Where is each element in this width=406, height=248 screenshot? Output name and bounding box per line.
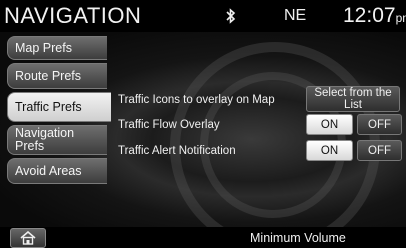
clock: 12:07pm [343, 4, 406, 30]
sidebar-item-label: Avoid Areas [15, 163, 82, 178]
status-text: Minimum Volume [250, 231, 346, 245]
traffic-icons-label: Traffic Icons to overlay on Map [118, 94, 275, 106]
sidebar-item-traffic-prefs[interactable]: Traffic Prefs [7, 92, 111, 122]
sidebar-item-label: Map Prefs [15, 40, 72, 55]
sidebar-item-map-prefs[interactable]: Map Prefs [7, 36, 107, 60]
home-button[interactable] [10, 228, 46, 248]
compass-heading: NE [284, 7, 307, 24]
traffic-flow-off-button[interactable]: OFF [357, 114, 402, 135]
sidebar-item-route-prefs[interactable]: Route Prefs [7, 63, 107, 89]
navigation-screen: NAVIGATION NE 12:07pm Map Prefs Route Pr… [0, 0, 406, 248]
sidebar-item-label: Navigation Prefs [15, 126, 75, 153]
sidebar-item-avoid-areas[interactable]: Avoid Areas [7, 158, 107, 184]
clock-ampm: pm [395, 11, 406, 25]
page-title: NAVIGATION [4, 3, 142, 28]
home-icon [20, 231, 36, 245]
select-from-list-button[interactable]: Select from the List [306, 86, 400, 112]
traffic-alert-on-button[interactable]: ON [306, 140, 353, 161]
sidebar-item-navigation-prefs[interactable]: Navigation Prefs [7, 125, 107, 155]
traffic-flow-on-button[interactable]: ON [306, 114, 353, 135]
bluetooth-icon [226, 8, 236, 24]
clock-time: 12:07 [343, 4, 396, 27]
traffic-alert-label: Traffic Alert Notification [118, 145, 236, 157]
traffic-flow-label: Traffic Flow Overlay [118, 119, 220, 131]
sidebar-item-label: Route Prefs [15, 68, 82, 83]
sidebar-item-label: Traffic Prefs [15, 99, 82, 114]
traffic-alert-off-button[interactable]: OFF [357, 140, 402, 161]
header-bar: NAVIGATION NE 12:07pm [0, 0, 406, 32]
